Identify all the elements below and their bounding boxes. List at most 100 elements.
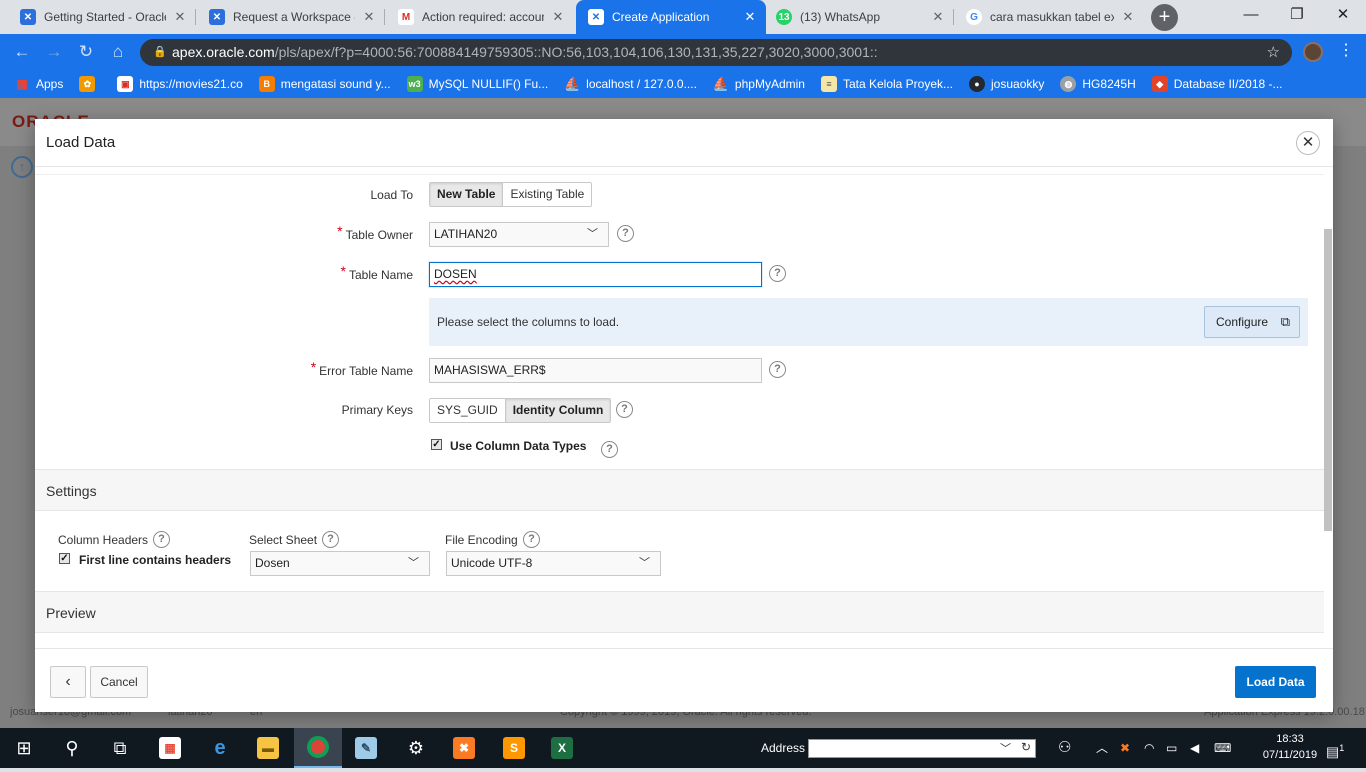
bookmark-star-icon[interactable]: ☆ [1267,39,1280,66]
load-data-button[interactable]: Load Data [1235,666,1316,698]
first-line-headers-label: First line contains headers [79,553,232,567]
chevron-up-icon[interactable]: ︿ [1096,728,1108,768]
volume-icon[interactable]: ◀ [1190,728,1199,768]
help-icon[interactable]: ? [769,361,786,378]
bookmark-w3schools[interactable]: w3 MySQL NULLIF() Fu... [406,76,548,92]
settings-region-header[interactable]: Settings [35,469,1324,511]
tab-request-workspace[interactable]: ✕ Request a Workspace - ✕ [197,0,385,34]
forward-arrow-icon[interactable]: → [42,40,66,64]
people-icon[interactable]: ⚇ [1058,728,1071,768]
close-icon[interactable]: ✕ [172,9,188,25]
upload-arrow-icon: ↑ [11,156,33,178]
file-encoding-dropdown[interactable]: Unicode UTF-8 ﹀ [446,551,661,576]
dialog-scrollbar[interactable] [1324,229,1332,531]
close-icon[interactable]: ✕ [930,9,946,25]
wifi-icon[interactable]: ◠ [1144,728,1154,768]
tab-getting-started[interactable]: ✕ Getting Started - Oracle ✕ [8,0,196,34]
sublime-icon[interactable]: S [490,728,538,768]
load-to-new-table[interactable]: New Table [430,183,503,206]
close-icon[interactable]: ✕ [1120,9,1136,25]
refresh-icon[interactable]: ↻ [1021,740,1031,754]
chevron-down-icon[interactable]: ﹀ [1000,740,1011,756]
edge-icon[interactable]: e [196,728,244,768]
close-icon[interactable]: ✕ [550,9,566,25]
help-icon[interactable]: ? [616,401,633,418]
load-to-existing-table[interactable]: Existing Table [502,183,592,206]
xampp-tray-icon[interactable]: ✖ [1120,728,1130,768]
help-icon[interactable]: ? [617,225,634,242]
bookmark-movies21[interactable]: ▣ https://movies21.co [117,76,243,92]
back-button[interactable]: ‹ [50,666,86,698]
bookmark-puzzle[interactable]: ✿ [79,76,101,92]
notification-icon[interactable]: ▤1 [1326,728,1344,768]
cancel-button[interactable]: Cancel [90,666,148,698]
url-input[interactable]: 🔒 apex.oracle.com/pls/apex/f?p=4000:56:7… [140,39,1292,66]
bookmark-github[interactable]: ● josuaokky [969,76,1044,92]
load-to-label: Load To [370,188,414,202]
primary-keys-label: Primary Keys [341,403,413,417]
tab-create-application[interactable]: ✕ Create Application ✕ [576,0,766,34]
file-explorer-icon[interactable]: ▬ [244,728,292,768]
bookmark-hg8245h[interactable]: ◍ HG8245H [1060,76,1136,92]
apps-grid-icon: ▦ [16,77,28,91]
chrome-icon[interactable] [294,728,342,768]
excel-icon[interactable]: X [538,728,586,768]
reload-icon[interactable]: ↻ [74,40,98,64]
menu-dots-icon[interactable]: ⋮ [1336,40,1356,60]
keyboard-icon[interactable]: ⌨ [1214,728,1231,768]
doc-icon: ≡ [820,76,837,92]
notepad-icon[interactable]: ✎ [342,728,390,768]
tab-google-search[interactable]: G cara masukkan tabel ex ✕ [954,0,1144,34]
back-arrow-icon[interactable]: ← [10,40,34,64]
bookmark-apps[interactable]: ▦ Apps [14,76,63,92]
bookmark-localhost[interactable]: ⛵ localhost / 127.0.0.... [564,76,697,92]
load-to-toggle: New Table Existing Table [429,182,593,207]
bookmark-blogger[interactable]: B mengatasi sound y... [258,76,391,92]
dialog-header: Load Data ✕ [35,119,1333,167]
bookmarks-bar: ▦ Apps ✿ ▣ https://movies21.co B mengata… [0,70,1366,98]
settings-gear-icon[interactable]: ⚙ [392,728,440,768]
battery-icon[interactable]: ▭ [1166,728,1177,768]
configure-button[interactable]: Configure ⧉ [1204,306,1300,338]
search-icon[interactable]: ⚲ [48,728,96,768]
taskbar-address-input[interactable]: ﹀ ↻ [808,739,1036,758]
help-icon[interactable]: ? [769,265,786,282]
primary-key-sys-guid[interactable]: SYS_GUID [430,399,505,422]
minimize-button[interactable]: — [1228,0,1274,32]
select-sheet-label: Select Sheet [249,533,318,547]
close-window-button[interactable]: ✕ [1320,0,1366,32]
help-icon[interactable]: ? [601,441,618,458]
restore-button[interactable]: ❐ [1274,0,1320,32]
help-icon[interactable]: ? [322,531,339,548]
close-icon[interactable]: ✕ [1296,131,1320,155]
bookmark-phpmyadmin[interactable]: ⛵ phpMyAdmin [713,76,805,92]
tab-gmail[interactable]: M Action required: accoun ✕ [386,0,574,34]
primary-key-identity-column[interactable]: Identity Column [504,399,611,422]
home-icon[interactable]: ⌂ [106,40,130,64]
xampp-icon[interactable]: ✖ [440,728,488,768]
store-icon[interactable]: ▦ [146,728,194,768]
required-icon: * [310,359,317,375]
preview-region-header[interactable]: Preview [35,591,1324,633]
system-clock[interactable]: 18:33 07/11/2019 [1262,731,1318,763]
profile-avatar[interactable] [1303,42,1323,62]
phpmyadmin-icon: ⛵ [564,76,581,91]
help-icon[interactable]: ? [523,531,540,548]
tab-whatsapp[interactable]: 13 (13) WhatsApp ✕ [764,0,954,34]
use-column-types-checkbox[interactable]: ✓ [431,439,442,450]
error-table-input[interactable]: MAHASISWA_ERR$ [429,358,762,383]
table-owner-select[interactable]: LATIHAN20 ﹀ [429,222,609,247]
first-line-headers-checkbox[interactable]: ✓ [59,553,70,564]
help-icon[interactable]: ? [153,531,170,548]
select-sheet-dropdown[interactable]: Dosen ﹀ [250,551,430,576]
new-tab-button[interactable]: + [1151,4,1178,31]
bookmark-database2[interactable]: ◆ Database II/2018 -... [1151,76,1283,92]
close-icon[interactable]: ✕ [742,9,758,25]
load-data-dialog: Load Data ✕ Load To New Table Existing T… [35,119,1333,712]
task-view-icon[interactable]: ⧉ [96,728,144,768]
table-name-input[interactable]: DOSEN [429,262,762,287]
bookmark-tata-kelola[interactable]: ≡ Tata Kelola Proyek... [820,76,953,92]
apex-icon: ✕ [588,9,604,25]
windows-start-icon[interactable]: ⊞ [0,728,48,768]
close-icon[interactable]: ✕ [361,9,377,25]
